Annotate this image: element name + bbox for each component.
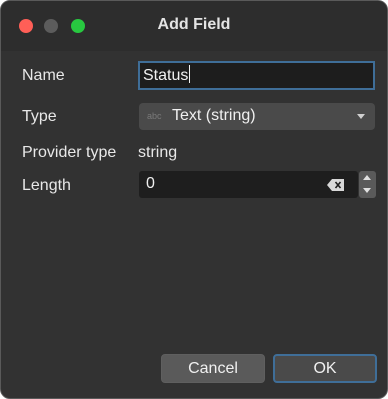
length-field-value: 0 [146, 175, 155, 192]
arrow-down-icon [363, 188, 371, 193]
type-select-value: Text (string) [172, 107, 256, 124]
clear-icon[interactable] [327, 179, 344, 191]
name-label: Name [22, 67, 65, 84]
increment-button[interactable] [359, 171, 376, 184]
length-field[interactable]: 0 [139, 171, 358, 198]
abc-icon: abc [147, 111, 162, 121]
length-spinner [359, 171, 376, 198]
provider-type-value: string [138, 144, 178, 161]
chevron-down-icon [357, 114, 365, 119]
decrement-button[interactable] [359, 185, 376, 198]
name-field[interactable]: Status [138, 61, 375, 90]
add-field-dialog: Add Field Name Status Type abc Text (str… [0, 0, 388, 399]
title-bar[interactable]: Add Field [1, 1, 387, 51]
type-label: Type [22, 108, 57, 125]
text-caret [189, 65, 191, 83]
dialog-title: Add Field [157, 16, 231, 33]
type-select[interactable]: abc Text (string) [139, 103, 375, 130]
provider-type-label: Provider type [22, 144, 117, 161]
ok-button[interactable]: OK [273, 354, 377, 383]
length-label: Length [22, 177, 71, 194]
name-field-value: Status [143, 67, 189, 84]
arrow-up-icon [363, 175, 371, 180]
cancel-button[interactable]: Cancel [161, 354, 265, 383]
